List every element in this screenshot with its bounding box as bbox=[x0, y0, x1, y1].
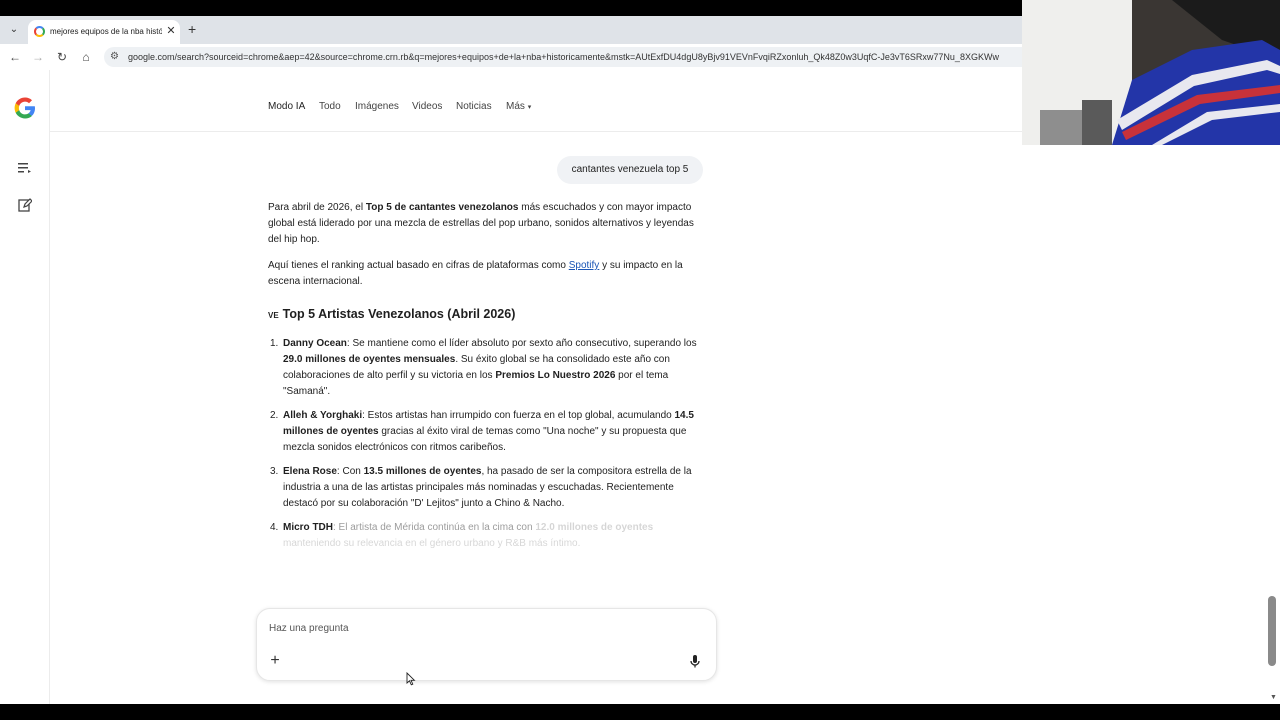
browser-toolbar: ← → ↻ ⌂ ⚙ google.com/search?sourceid=chr… bbox=[0, 44, 1022, 70]
forward-icon[interactable]: → bbox=[29, 48, 47, 66]
intro-bold: Top 5 de cantantes venezolanos bbox=[365, 202, 519, 213]
tab-noticias[interactable]: Noticias bbox=[456, 101, 492, 113]
new-tab-button[interactable]: + bbox=[188, 20, 202, 38]
artist-name: Micro TDH bbox=[283, 522, 333, 533]
back-icon[interactable]: ← bbox=[6, 48, 24, 66]
ask-input[interactable] bbox=[269, 619, 669, 637]
item-bold: Premios Lo Nuestro 2026 bbox=[495, 370, 616, 381]
tab-search-button[interactable]: ⌄ bbox=[6, 22, 22, 38]
list-item: 4. Micro TDH: El artista de Mérida conti… bbox=[268, 520, 708, 552]
webcam-overlay bbox=[1022, 0, 1280, 145]
history-list-icon[interactable] bbox=[16, 160, 34, 178]
reload-icon[interactable]: ↻ bbox=[53, 48, 71, 66]
ranking-note-text: Aquí tienes el ranking actual basado en … bbox=[268, 260, 569, 271]
item-bold: 12.0 millones de oyentes bbox=[535, 522, 654, 533]
tab-videos[interactable]: Videos bbox=[412, 101, 442, 113]
heading-text: Top 5 Artistas Venezolanos (Abril 2026) bbox=[282, 307, 516, 321]
address-bar[interactable]: ⚙ google.com/search?sourceid=chrome&aep=… bbox=[104, 47, 1022, 67]
ai-answer: Para abril de 2026, el Top 5 de cantante… bbox=[268, 200, 708, 549]
item-text: : Se mantiene como el líder absoluto por… bbox=[346, 338, 697, 349]
site-info-icon[interactable]: ⚙ bbox=[110, 49, 119, 65]
add-attachment-icon[interactable]: + bbox=[267, 653, 283, 669]
home-icon[interactable]: ⌂ bbox=[77, 48, 95, 66]
item-bold: 13.5 millones de oyentes bbox=[363, 466, 482, 477]
scroll-down-arrow-icon[interactable]: ▼ bbox=[1270, 694, 1277, 701]
search-page: Modo IA Todo Imágenes Videos Noticias Má… bbox=[0, 70, 1022, 704]
artist-name: Danny Ocean bbox=[283, 338, 347, 349]
browser-chrome: ⌄ mejores equipos de la nba histó ✕ + ← … bbox=[0, 16, 1022, 70]
intro-paragraph: Para abril de 2026, el Top 5 de cantante… bbox=[268, 200, 708, 248]
mouse-cursor-icon bbox=[406, 672, 416, 686]
user-query-bubble: cantantes venezuela top 5 bbox=[557, 156, 703, 184]
ask-box: + bbox=[256, 608, 717, 681]
item-text: : Estos artistas han irrumpido con fuerz… bbox=[362, 410, 675, 421]
scrollbar-thumb[interactable] bbox=[1268, 596, 1276, 666]
item-text: : Con bbox=[336, 466, 364, 477]
list-number: 1. bbox=[270, 338, 279, 349]
new-chat-icon[interactable] bbox=[16, 198, 34, 216]
spotify-link[interactable]: Spotify bbox=[569, 260, 600, 271]
browser-tab[interactable]: mejores equipos de la nba histó ✕ bbox=[28, 20, 180, 44]
google-favicon-icon bbox=[34, 26, 45, 37]
tab-todo[interactable]: Todo bbox=[319, 101, 341, 113]
artist-name: Elena Rose bbox=[283, 466, 337, 477]
tab-mas-label: Más bbox=[506, 101, 525, 112]
url-text[interactable]: google.com/search?sourceid=chrome&aep=42… bbox=[128, 49, 1018, 65]
list-number: 3. bbox=[270, 466, 279, 477]
artist-list: 1. Danny Ocean: Se mantiene como el líde… bbox=[268, 336, 708, 560]
venezuela-flag-icon: VE bbox=[268, 311, 279, 320]
intro-text: Para abril de 2026, el bbox=[268, 202, 366, 213]
tab-mas[interactable]: Más ▾ bbox=[506, 101, 531, 114]
google-logo-icon[interactable] bbox=[13, 96, 37, 120]
chevron-down-icon: ▾ bbox=[527, 104, 532, 111]
tab-title: mejores equipos de la nba histó bbox=[50, 27, 162, 36]
list-number: 4. bbox=[270, 522, 279, 533]
item-text: : El artista de Mérida continúa en la ci… bbox=[333, 522, 536, 533]
ranking-note: Aquí tienes el ranking actual basado en … bbox=[268, 258, 708, 290]
list-item: 1. Danny Ocean: Se mantiene como el líde… bbox=[268, 336, 708, 400]
list-number: 2. bbox=[270, 410, 279, 421]
tab-strip: ⌄ mejores equipos de la nba histó ✕ + bbox=[0, 16, 1022, 44]
artist-name: Alleh & Yorghaki bbox=[283, 410, 363, 421]
tab-modo-ia[interactable]: Modo IA bbox=[268, 101, 305, 113]
list-item: 3. Elena Rose: Con 13.5 millones de oyen… bbox=[268, 464, 708, 512]
search-tabs: Modo IA Todo Imágenes Videos Noticias Má… bbox=[50, 70, 1022, 132]
tab-imagenes[interactable]: Imágenes bbox=[355, 101, 399, 113]
list-item: 2. Alleh & Yorghaki: Estos artistas han … bbox=[268, 408, 708, 456]
right-blank-area bbox=[1022, 145, 1280, 704]
side-rail bbox=[0, 70, 50, 704]
microphone-icon[interactable] bbox=[687, 653, 703, 669]
item-bold: 29.0 millones de oyentes mensuales bbox=[283, 354, 456, 365]
section-heading: VE Top 5 Artistas Venezolanos (Abril 2026… bbox=[268, 306, 515, 324]
screen: ⌄ mejores equipos de la nba histó ✕ + ← … bbox=[0, 0, 1280, 720]
tab-close-icon[interactable]: ✕ bbox=[165, 24, 177, 38]
item-text: manteniendo su relevancia en el género u… bbox=[283, 538, 581, 549]
